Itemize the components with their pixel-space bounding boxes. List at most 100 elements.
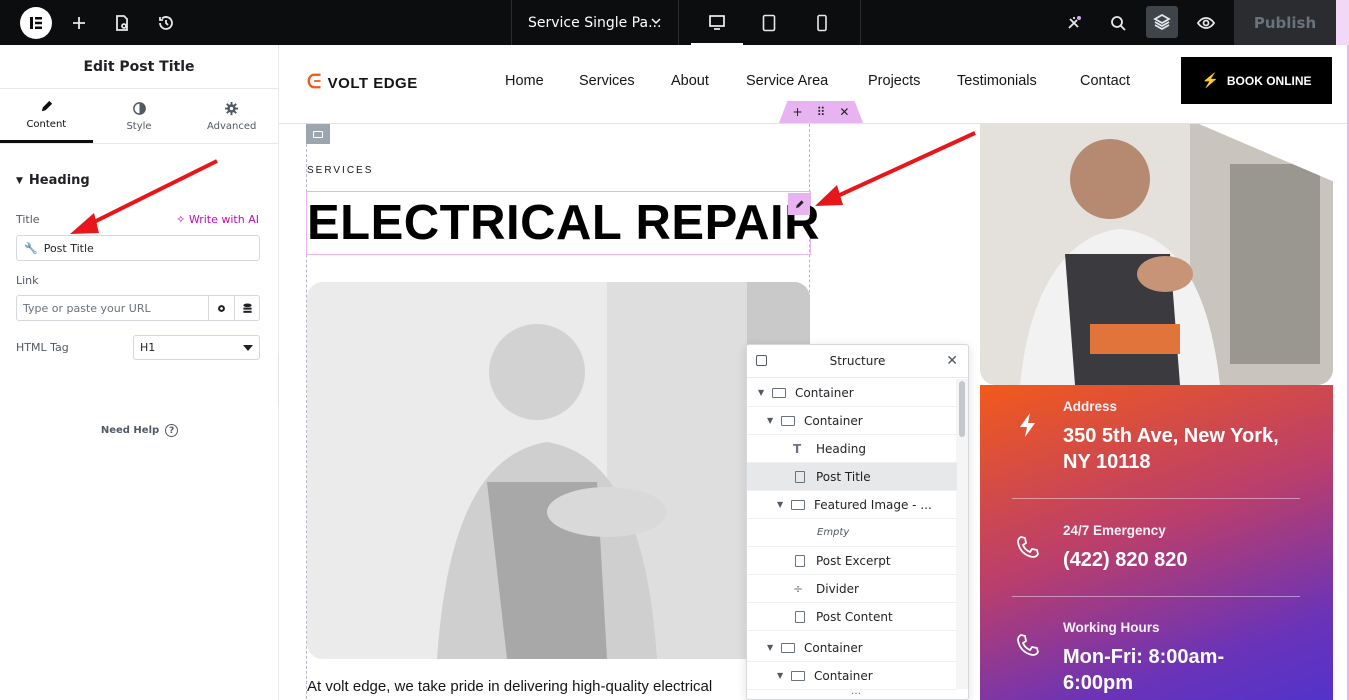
site-logo[interactable]: ᕮ VOLT EDGE [307,72,418,94]
nav-services[interactable]: Services [579,73,635,89]
dynamic-tags-icon[interactable] [234,296,260,320]
canvas-edge [1336,0,1349,45]
preview-eye-icon[interactable] [1191,0,1221,45]
document-selector[interactable]: Service Single Pa... [511,0,679,45]
layers-icon[interactable] [1146,6,1178,38]
divider [1012,498,1300,499]
bolt-icon: ⚡ [1201,72,1219,88]
nav-projects[interactable]: Projects [868,73,920,89]
link-options-gear-icon[interactable] [208,296,234,320]
structure-label: Container [795,385,854,400]
image-icon [791,499,805,510]
phone-icon [1012,629,1044,661]
logo-text: VOLT EDGE [327,74,418,92]
container-icon [781,415,795,426]
annotation-arrow [70,159,218,234]
nav-about[interactable]: About [671,73,709,89]
structure-label: Post Content [816,609,893,624]
caret-down-icon: ▼ [767,416,774,425]
tab-style[interactable]: Style [93,89,186,143]
drag-handle-icon[interactable]: ⠿ [817,105,826,119]
tab-advanced[interactable]: Advanced [185,89,278,143]
help-icon: ? [165,424,179,437]
caret-down-icon: ▼ [16,175,23,186]
post-excerpt[interactable]: At volt edge, we take pride in deliverin… [307,678,712,695]
history-icon[interactable] [151,0,181,45]
panel-title: Edit Post Title [0,45,278,89]
gear-icon [225,101,239,115]
container-icon [791,670,805,681]
structure-item[interactable]: ▼ Container [747,379,957,407]
nav-home[interactable]: Home [505,73,544,89]
page-settings-icon[interactable] [107,0,137,45]
structure-label: Container [804,413,863,428]
structure-label: Heading [816,441,866,456]
divider [860,0,861,45]
dock-icon[interactable] [756,355,767,366]
mobile-icon[interactable] [796,0,848,45]
caret-down-icon: ▼ [777,671,784,680]
tab-label: Advanced [206,120,257,132]
address-line2: NY 10118 [1063,451,1151,473]
tab-label: Content [26,119,67,130]
structure-item[interactable]: ÷ Divider [747,575,957,603]
section-handle[interactable]: + ⠿ ✕ [779,101,863,123]
publish-button[interactable]: Publish [1234,0,1336,45]
html-tag-select[interactable]: H1 [133,335,260,360]
featured-image[interactable] [307,282,810,659]
emergency-phone[interactable]: (422) 820 820 [1063,547,1188,573]
editor-topbar: Service Single Pa... Publish [0,0,1349,45]
structure-item[interactable]: ▼ Container [747,407,957,435]
heading-icon: T [793,441,802,456]
html-tag-label: HTML Tag [16,341,69,354]
link-placeholder: Type or paste your URL [23,301,151,315]
scrollbar-thumb[interactable] [959,381,965,437]
notifications-icon[interactable] [1059,0,1089,45]
chevron-down-icon [650,15,662,31]
link-url-input[interactable]: Type or paste your URL [16,295,260,321]
more-icon[interactable]: … [851,686,861,697]
structure-item[interactable]: T Heading [747,435,957,463]
desktop-icon[interactable] [691,0,743,45]
address-label: Address [1063,399,1118,414]
services-heading[interactable]: SERVICES [307,165,373,176]
divider [1012,596,1300,597]
post-title-widget[interactable]: ELECTRICAL REPAIR [307,197,820,249]
divider-icon: ÷ [793,581,804,596]
contact-info-card: Address 350 5th Ave, New York, NY 10118 … [980,385,1333,700]
plus-icon[interactable] [64,0,94,45]
search-icon[interactable] [1103,0,1133,45]
hours-line1: Mon-Fri: 8:00am- [1063,646,1225,668]
close-icon[interactable]: ✕ [946,353,958,369]
nav-contact[interactable]: Contact [1080,73,1130,89]
nav-testimonials[interactable]: Testimonials [957,73,1037,89]
delete-section-icon[interactable]: ✕ [839,105,849,119]
container-handle[interactable] [306,124,330,144]
caret-down-icon: ▼ [767,643,774,652]
tab-content[interactable]: Content [0,89,93,143]
structure-navigator: Structure ✕ ▼ Container ▼ Container T Headi… [746,344,969,700]
structure-label: Divider [816,581,859,596]
structure-item[interactable]: Post Content [747,603,957,631]
book-online-button[interactable]: ⚡ BOOK ONLINE [1181,57,1332,104]
bolt-icon [1012,409,1044,441]
tablet-icon[interactable] [743,0,795,45]
structure-item-empty: Empty [747,519,957,547]
book-label: BOOK ONLINE [1226,73,1312,88]
container-icon [772,387,786,398]
caret-down-icon [243,345,253,351]
elementor-logo-icon[interactable] [20,7,52,39]
add-section-icon[interactable]: + [793,105,803,119]
need-help-link[interactable]: Need Help ? [0,424,279,437]
structure-item[interactable]: ▼ Container [747,634,957,662]
structure-label: Container [814,668,873,683]
hero-image[interactable] [980,124,1333,385]
structure-header[interactable]: Structure ✕ [747,345,968,378]
structure-item-selected[interactable]: Post Title [747,463,957,491]
nav-service-area[interactable]: Service Area [746,73,828,89]
tab-label: Style [126,120,152,132]
annotation-arrow [815,131,976,206]
structure-item[interactable]: Post Excerpt [747,547,957,575]
structure-item[interactable]: ▼ Featured Image - ... [747,491,957,519]
logo-mark-icon: ᕮ [307,72,322,93]
